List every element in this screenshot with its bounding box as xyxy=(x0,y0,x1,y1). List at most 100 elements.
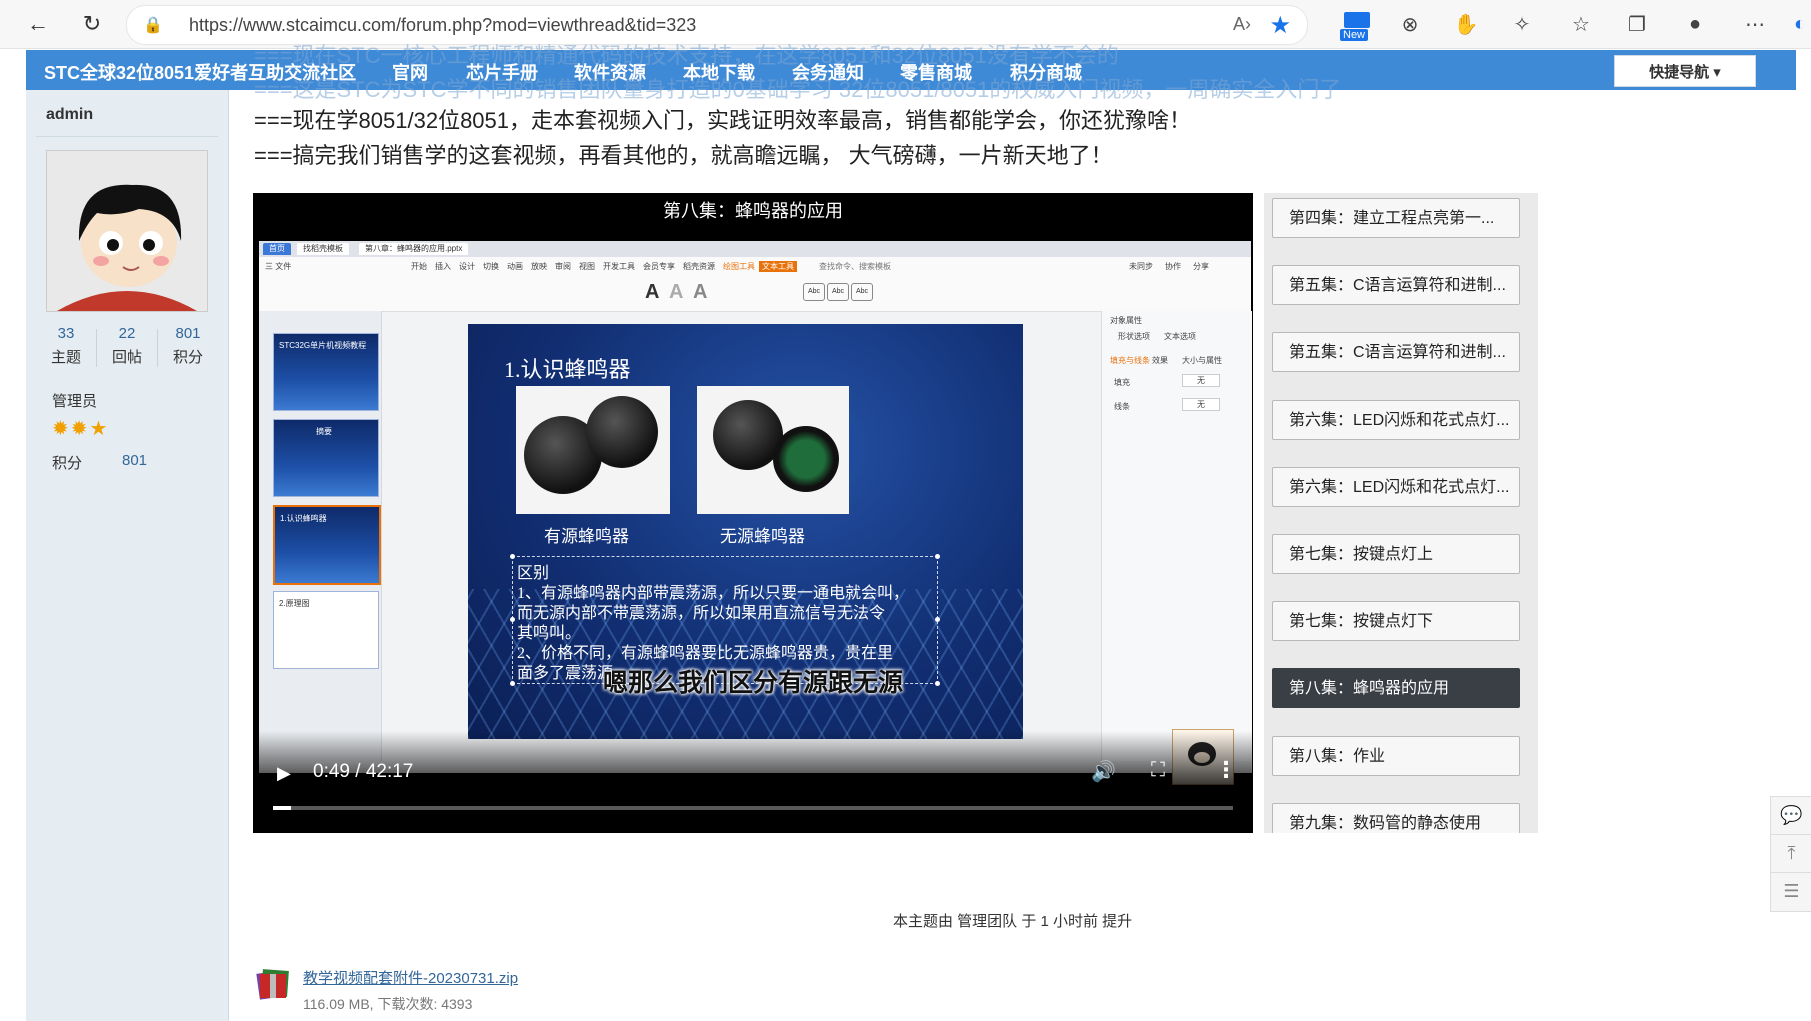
props-fill: 填充 xyxy=(1114,378,1130,387)
credit-value: 801 xyxy=(122,452,148,469)
video-title: 第八集：蜂鸣器的应用 xyxy=(663,201,843,221)
props-effect: 效果 xyxy=(1152,356,1168,365)
play-icon[interactable]: ▶ xyxy=(277,763,291,784)
slide-thumbnails: STC32G单片机视频教程 摘要 1.认识蜂鸣器 2.原理图 xyxy=(259,311,382,773)
playlist-item[interactable]: 第七集：按键点灯上 xyxy=(1272,534,1520,574)
ribbon-share: 分享 xyxy=(1193,262,1209,271)
playlist-item[interactable]: 第九集：数码管的静态使用 xyxy=(1272,802,1520,833)
extension-x-icon[interactable]: ⊗ xyxy=(1395,9,1425,39)
favorite-star-icon[interactable]: ★ xyxy=(1269,11,1291,40)
playlist-item[interactable]: 第四集：建立工程点亮第一... xyxy=(1272,198,1520,238)
ribbon-sync: 未同步 xyxy=(1129,262,1153,271)
credit-label: 积分 xyxy=(52,455,83,472)
post-line-4: ===搞完我们销售学的这套视频，再看其他的，就高瞻远瞩， 大气磅礴，一片新天地了… xyxy=(254,143,1113,168)
copilot-icon[interactable]: ◐ xyxy=(1785,9,1811,39)
playlist-item[interactable]: 第八集：作业 xyxy=(1272,735,1520,776)
ribbon-review: 审阅 xyxy=(555,262,571,271)
attachment-link[interactable]: 教学视频配套附件-20230731.zip xyxy=(303,967,518,988)
active-buzzer-photo xyxy=(516,386,670,514)
props-line-value: 无 xyxy=(1182,398,1220,411)
stat-threads: 33 主题 xyxy=(36,325,96,367)
slide-thumb-title: STC32G单片机视频教程 xyxy=(279,341,367,350)
ribbon-insert: 插入 xyxy=(435,262,451,271)
props-tab-shape: 形状选项 xyxy=(1118,332,1150,341)
props-fill-value: 无 xyxy=(1182,374,1220,387)
app-tab-file: 第八章：蜂鸣器的应用.pptx xyxy=(359,243,469,255)
ribbon-home: 开始 xyxy=(411,262,427,271)
ribbon-show: 放映 xyxy=(531,262,547,271)
caption-active-buzzer: 有源蜂鸣器 xyxy=(544,527,629,546)
back-arrow-icon[interactable]: ← xyxy=(20,6,56,42)
ribbon-dev: 开发工具 xyxy=(603,262,635,271)
stat-credits-label: 积分 xyxy=(172,349,203,366)
app-tab-home: 首页 xyxy=(263,243,291,255)
video-time: 0:49 / 42:17 xyxy=(313,761,414,782)
profile-avatar-icon[interactable]: ● xyxy=(1680,9,1710,39)
stat-credits: 801 积分 xyxy=(158,325,218,367)
passive-buzzer-photo xyxy=(697,386,849,514)
read-aloud-icon[interactable]: A› xyxy=(1233,14,1251,35)
quick-nav-button[interactable]: 快捷导航 ▾ xyxy=(1614,55,1756,87)
divider xyxy=(36,136,218,137)
credit-row: 积分 801 xyxy=(52,452,147,473)
ribbon-draw: 绘图工具 xyxy=(723,262,755,271)
ribbon-text: 文本工具 xyxy=(759,261,797,272)
abc-style-icon: Abc xyxy=(851,283,873,301)
thread-promotion-note: 本主题由 管理团队 于 1 小时前 提升 xyxy=(893,913,1133,930)
playlist-item[interactable]: 第五集：C语言运算符和进制... xyxy=(1272,265,1520,306)
ribbon-search: 查找命令、搜索模板 xyxy=(819,262,891,271)
author-username[interactable]: admin xyxy=(46,106,93,124)
slide-thumb: 2.原理图 xyxy=(273,591,379,669)
post-line-1: ===现在STC一核心工程师和精通代码的技术支持，在这学8051和32位8051… xyxy=(254,43,1119,68)
video-player[interactable]: 第八集：蜂鸣器的应用 首页 找稻壳模板 第八章：蜂鸣器的应用.pptx 三 文件… xyxy=(253,193,1253,833)
more-menu-icon[interactable]: ⋯ xyxy=(1740,9,1770,39)
app-tabbar: 首页 找稻壳模板 第八章：蜂鸣器的应用.pptx xyxy=(259,241,1251,257)
attachment-meta: 116.09 MB, 下载次数: 4393 xyxy=(303,996,473,1012)
url-text[interactable]: https://www.stcaimcu.com/forum.php?mod=v… xyxy=(189,15,696,36)
slide-thumb: STC32G单片机视频教程 xyxy=(273,333,379,411)
abc-style-icon: Abc xyxy=(827,283,849,301)
abc-style-icon: Abc xyxy=(803,283,825,301)
refresh-icon[interactable]: ↻ xyxy=(74,6,110,42)
list-view-icon[interactable]: ☰ xyxy=(1771,873,1811,910)
props-tab-text: 文本选项 xyxy=(1164,332,1196,341)
playlist-item[interactable]: 第六集：LED闪烁和花式点灯... xyxy=(1272,399,1520,440)
back-to-top-icon[interactable]: ⤒ xyxy=(1771,835,1811,873)
extensions-puzzle-icon[interactable]: ✧ xyxy=(1507,9,1537,39)
video-progress-bar[interactable] xyxy=(273,806,1233,810)
ribbon-resource: 稻壳资源 xyxy=(683,262,715,271)
favorites-icon[interactable]: ☆ xyxy=(1566,9,1596,39)
reply-comment-icon[interactable]: 💬 xyxy=(1771,797,1811,835)
props-size: 大小与属性 xyxy=(1182,356,1222,365)
stat-threads-value[interactable]: 33 xyxy=(36,325,96,342)
volume-icon[interactable]: 🔊 xyxy=(1091,759,1116,784)
stat-replies-value[interactable]: 22 xyxy=(97,325,157,342)
playlist-item[interactable]: 第七集：按键点灯下 xyxy=(1272,601,1520,642)
more-options-icon[interactable]: ⋮ xyxy=(1215,757,1237,783)
ribbon-file: 三 文件 xyxy=(265,262,292,271)
avatar[interactable] xyxy=(46,150,208,312)
new-badge-label: New xyxy=(1340,29,1369,41)
extension-hand-icon[interactable]: ✋ xyxy=(1451,9,1481,39)
new-extension-icon[interactable]: New xyxy=(1340,12,1372,42)
slide-thumb-title: 2.原理图 xyxy=(279,599,310,608)
playlist-item[interactable]: 第五集：C语言运算符和进制... xyxy=(1272,332,1520,373)
slide-thumb-title: 摘要 xyxy=(316,427,332,436)
ribbon-design: 设计 xyxy=(459,262,475,271)
playlist-item[interactable]: 第六集：LED闪烁和花式点灯... xyxy=(1272,466,1520,507)
fullscreen-icon[interactable]: ⛶ xyxy=(1151,759,1165,782)
author-stats: 33 主题 22 回帖 801 积分 xyxy=(36,325,218,375)
author-sidebar: admin 33 主题 22 回帖 801 积分 管理员 ✹✹★ 积分 801 xyxy=(26,90,229,1021)
slide-thumb-active: 1.认识蜂鸣器 xyxy=(273,505,381,585)
playlist-item[interactable]: 第八集：蜂鸣器的应用 xyxy=(1272,668,1520,709)
stat-replies: 22 回帖 xyxy=(97,325,157,367)
collections-icon[interactable]: ❐ xyxy=(1622,9,1652,39)
slide-thumb: 摘要 xyxy=(273,419,379,497)
floating-toolbar: 💬 ⤒ ☰ xyxy=(1770,796,1811,912)
ribbon-collab: 协作 xyxy=(1165,262,1181,271)
stat-credits-value[interactable]: 801 xyxy=(158,325,218,342)
ribbon-transition: 切换 xyxy=(483,262,499,271)
user-group[interactable]: 管理员 xyxy=(52,390,97,411)
episode-playlist: 第四集：建立工程点亮第一... 第五集：C语言运算符和进制... 第五集：C语言运算… xyxy=(1264,193,1538,833)
lock-icon[interactable]: 🔒 xyxy=(143,15,163,35)
